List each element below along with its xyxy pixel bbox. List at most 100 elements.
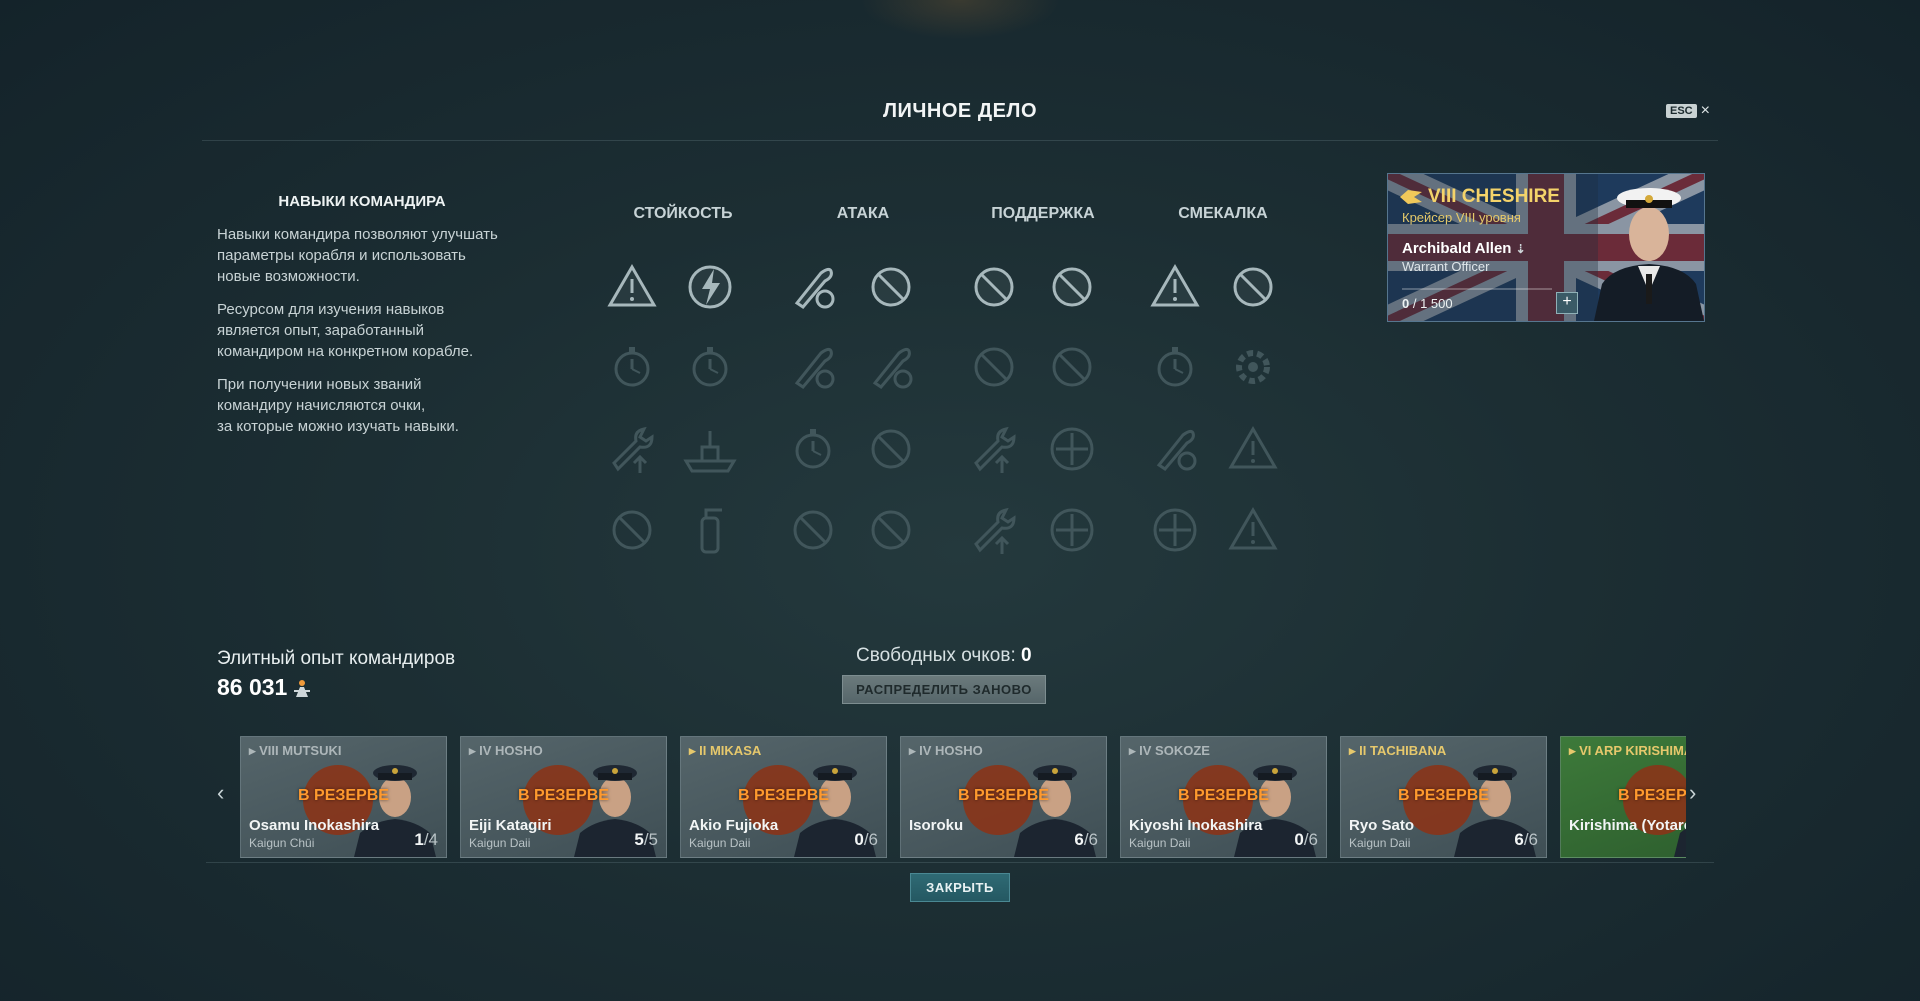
- commander-rank: Kaigun Daii: [469, 836, 531, 850]
- skill-slot[interactable]: [1221, 417, 1285, 481]
- info-line: является опыт, заработанный: [217, 322, 425, 339]
- reticle-up-icon: [1050, 508, 1094, 552]
- radar-icon: [1153, 508, 1197, 552]
- skill-slot[interactable]: [962, 417, 1026, 481]
- points-max: /6: [1523, 830, 1538, 849]
- skill-slot[interactable]: [1040, 498, 1104, 562]
- skill-slot[interactable]: [781, 255, 845, 319]
- info-line: за которые можно изучать навыки.: [217, 418, 459, 435]
- commander-name: Kirishima (Yotaro: [1569, 817, 1686, 834]
- skill-slot[interactable]: [859, 498, 923, 562]
- skill-slot[interactable]: [781, 335, 845, 399]
- close-icon: ×: [1700, 102, 1710, 119]
- skill-slot[interactable]: [600, 498, 664, 562]
- reserve-status: В РЕЗЕРВЕ: [518, 787, 609, 804]
- shells-fire-icon: [1156, 429, 1197, 471]
- unavailable-icon: [974, 347, 1014, 387]
- commander-portrait: [1594, 188, 1704, 321]
- skill-slot[interactable]: [678, 335, 742, 399]
- skill-slot[interactable]: [1040, 417, 1104, 481]
- skill-slot[interactable]: [678, 255, 742, 319]
- skill-slot[interactable]: [600, 335, 664, 399]
- reserve-status: В РЕЗЕРВЕ: [958, 787, 1049, 804]
- commander-reserve-card[interactable]: ▸ IV HOSHO В РЕЗЕРВЕ Eiji Katagiri Kaigu…: [460, 736, 667, 858]
- unavailable-icon: [871, 429, 911, 469]
- header-divider: [202, 140, 1718, 141]
- info-line: командиру начисляются очки,: [217, 397, 426, 414]
- skill-slot[interactable]: [859, 255, 923, 319]
- points-value: 0: [854, 830, 864, 849]
- commander-ship: ▸ IV SOKOZE: [1129, 743, 1210, 759]
- skill-slot[interactable]: [1143, 335, 1207, 399]
- commander-name: Archibald Allen ⇣: [1402, 240, 1526, 257]
- points-value: 6: [1074, 830, 1084, 849]
- repair-up-double-icon: [974, 507, 1016, 554]
- commander-ship: ▸ IV HOSHO: [469, 743, 543, 759]
- commander-name: Akio Fujioka: [689, 817, 779, 834]
- skill-slot[interactable]: [1040, 335, 1104, 399]
- skill-slot[interactable]: [962, 335, 1026, 399]
- points-value: 5: [634, 830, 644, 849]
- skill-slot[interactable]: [1143, 417, 1207, 481]
- column-attack-heading: АТАКА: [836, 205, 890, 222]
- skill-slot[interactable]: [962, 498, 1026, 562]
- skill-slot[interactable]: [962, 255, 1026, 319]
- points-max: /5: [643, 830, 658, 849]
- commander-skill-points: 0/6: [854, 830, 878, 850]
- commander-xp: 0 / 1 500: [1402, 296, 1453, 311]
- commander-skill-points: 1/4: [414, 830, 438, 850]
- skill-slot[interactable]: [781, 417, 845, 481]
- elite-xp-label: Элитный опыт командиров: [217, 648, 456, 669]
- commander-skill-points: 6/6: [1074, 830, 1098, 850]
- commander-ship-name: VIII CHESHIRE: [1428, 186, 1560, 207]
- skill-slot[interactable]: [1040, 255, 1104, 319]
- download-icon: ⇣: [1515, 242, 1526, 256]
- skill-slot[interactable]: [678, 417, 742, 481]
- commander-reserve-card[interactable]: ▸ II TACHIBANA В РЕЗЕРВЕ Ryo Sato Kaigun…: [1340, 736, 1547, 858]
- info-line: Навыки командира позволяют улучшать: [217, 226, 498, 243]
- skill-slot[interactable]: [600, 255, 664, 319]
- carousel-prev-button[interactable]: ‹: [217, 780, 224, 806]
- commander-card[interactable]: VIII CHESHIRE Крейсер VIII уровня Archib…: [1387, 173, 1705, 322]
- skill-slot[interactable]: [859, 335, 923, 399]
- carousel-next-button[interactable]: ›: [1689, 780, 1696, 806]
- skill-slot[interactable]: [1143, 498, 1207, 562]
- premium-ship-icon: [1400, 190, 1422, 204]
- skill-slot[interactable]: [781, 498, 845, 562]
- redistribute-button[interactable]: РАСПРЕДЕЛИТЬ ЗАНОВО: [842, 675, 1046, 704]
- info-line: командиром на конкретном корабле.: [217, 343, 474, 360]
- commander-ship-name: VIII MUTSUKI: [259, 743, 342, 758]
- unavailable-icon: [612, 510, 652, 550]
- commander-ship: ▸ IV HOSHO: [909, 743, 983, 759]
- add-xp-button[interactable]: +: [1556, 292, 1578, 314]
- skill-slot[interactable]: [1221, 335, 1285, 399]
- commander-reserve-card[interactable]: ▸ VIII MUTSUKI В РЕЗЕРВЕ Osamu Inokashir…: [240, 736, 447, 858]
- commander-name: Isoroku: [909, 817, 964, 834]
- ship-flag-icon: ▸: [249, 743, 260, 758]
- close-dialog-button[interactable]: ESC ×: [1666, 102, 1710, 119]
- commander-reserve-card[interactable]: ▸ IV SOKOZE В РЕЗЕРВЕ Kiyoshi Inokashira…: [1120, 736, 1327, 858]
- skills-info-panel: НАВЫКИ КОМАНДИРА Навыки командира позвол…: [217, 193, 507, 449]
- skill-slot[interactable]: [1221, 255, 1285, 319]
- skill-slot[interactable]: [600, 417, 664, 481]
- commander-reserve-card[interactable]: ▸ II MIKASA В РЕЗЕРВЕ Akio Fujioka Kaigu…: [680, 736, 887, 858]
- skill-slot[interactable]: [678, 498, 742, 562]
- gear-flower-icon: [1236, 350, 1270, 384]
- elite-xp-amount: 86 031: [217, 674, 288, 700]
- info-line: Ресурсом для изучения навыков: [217, 301, 445, 318]
- stopwatch-icon: [692, 347, 728, 387]
- points-max: /6: [1303, 830, 1318, 849]
- skill-slot[interactable]: [1143, 255, 1207, 319]
- commander-reserve-card[interactable]: ▸ VI ARP KIRISHIMA В РЕЗЕРВЕ Kirishima (…: [1560, 736, 1686, 858]
- points-value: 0: [1294, 830, 1304, 849]
- points-max: /4: [423, 830, 438, 849]
- skills-info-heading: НАВЫКИ КОМАНДИРА: [278, 193, 446, 210]
- points-value: 6: [1514, 830, 1524, 849]
- commander-ship-name: IV HOSHO: [919, 743, 983, 758]
- free-points: Свободных очков: 0: [856, 645, 1032, 667]
- reserve-status: В РЕЗЕРВЕ: [1178, 787, 1269, 804]
- commander-reserve-card[interactable]: ▸ IV HOSHO В РЕЗЕРВЕ Isoroku 6/6: [900, 736, 1107, 858]
- skill-slot[interactable]: [1221, 498, 1285, 562]
- skill-slot[interactable]: [859, 417, 923, 481]
- close-button[interactable]: ЗАКРЫТЬ: [910, 873, 1010, 902]
